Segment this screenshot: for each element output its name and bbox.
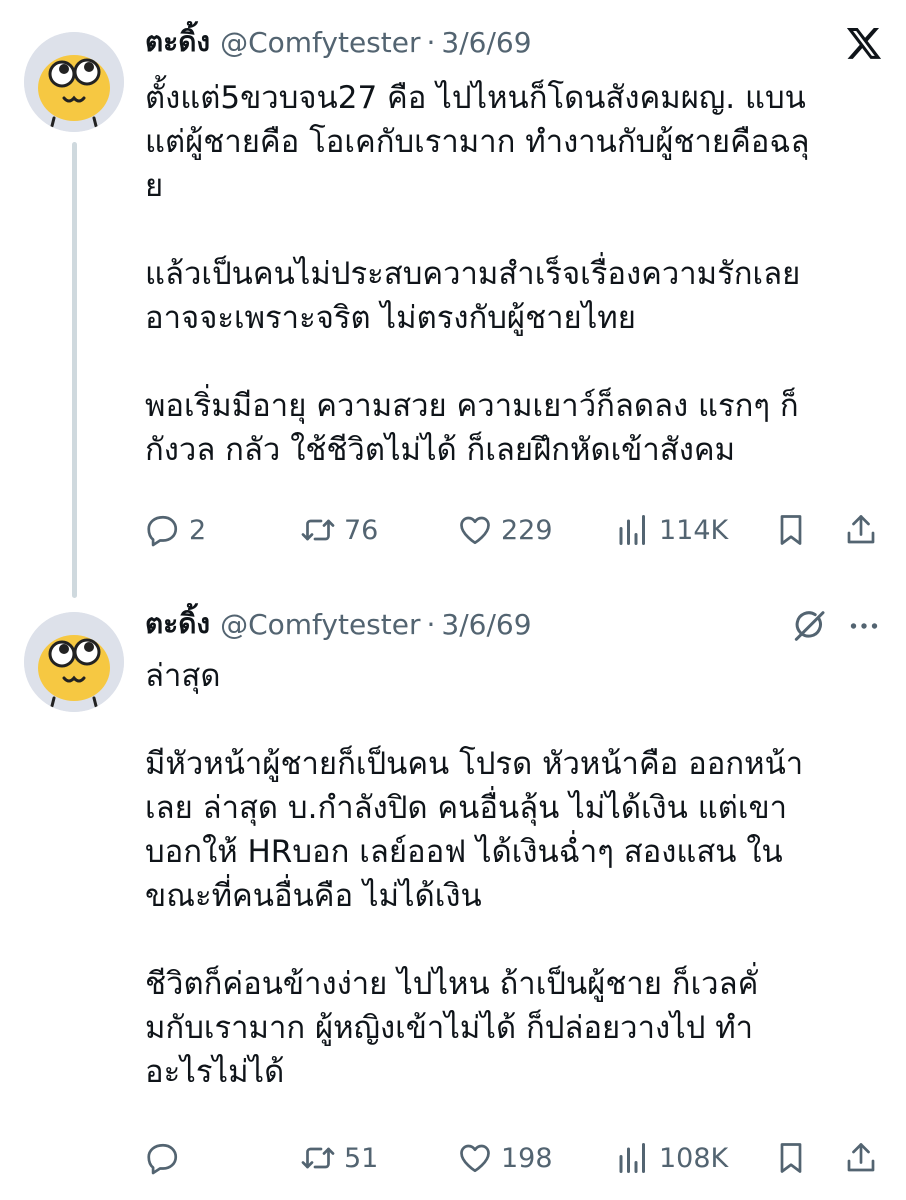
tweet-line: เลย ล่าสุด บ.กำลังปิด คนอื่นลุ้น ไม่ได้เ… [145, 790, 788, 826]
tweet-2[interactable]: ตะดิ้ง @Comfytester · 3/6/69 ล่าสุด มีหั… [0, 580, 906, 1200]
bookmark-button[interactable] [773, 1140, 817, 1176]
tweet-line: ย [145, 168, 164, 204]
views-bar-chart-icon [619, 515, 645, 545]
tweet-line: ล่าสุด [145, 658, 221, 694]
tweet-line: อาจจะเพราะจริต ไม่ตรงกับผู้ชายไทย [145, 300, 636, 336]
tweet-line: กังวล กลัว ใช้ชีวิตไม่ได้ ก็เลยฝึกหัดเข้… [145, 432, 735, 468]
heart-icon [460, 516, 490, 545]
repost-count: 76 [344, 514, 379, 546]
bookmark-button[interactable] [773, 512, 817, 548]
user-handle[interactable]: @Comfytester [220, 608, 420, 641]
user-handle[interactable]: @Comfytester [220, 26, 420, 59]
like-button[interactable]: 198 [457, 1140, 553, 1176]
tweet-header: ตะดิ้ง @Comfytester · 3/6/69 [145, 602, 532, 646]
tweet-header: ตะดิ้ง @Comfytester · 3/6/69 [145, 20, 532, 64]
display-name[interactable]: ตะดิ้ง [145, 20, 210, 64]
repost-button[interactable]: 76 [300, 512, 378, 548]
tweet-line: ตั้งแต่5ขวบจน27 คือ ไปไหนก็โดนสังคมผญ. แ… [145, 80, 806, 116]
views-button[interactable]: 108K [615, 1140, 728, 1176]
share-icon [847, 515, 875, 544]
x-logo-icon [845, 24, 883, 66]
view-count: 108K [659, 1142, 729, 1174]
views-bar-chart-icon [619, 1143, 645, 1173]
reply-count: 2 [189, 514, 207, 546]
tweet-text: ล่าสุด มีหัวหน้าผู้ชายก็เป็นคน โปรด หัวห… [145, 654, 880, 1094]
share-icon [847, 1143, 875, 1172]
avatar[interactable] [24, 32, 124, 132]
emoji-face-avatar-icon [24, 612, 124, 712]
repost-count: 51 [344, 1142, 379, 1174]
views-button[interactable]: 114K [615, 512, 728, 548]
like-count: 198 [501, 1142, 553, 1174]
reply-button[interactable] [145, 1140, 189, 1176]
repost-icon [301, 1147, 335, 1169]
tweet-line: บอกให้ HRบอก เลย์ออฟ ได้เงินฉ่ำๆ สองแสน … [145, 834, 783, 870]
view-count: 114K [659, 514, 729, 546]
reply-icon [147, 1143, 178, 1175]
tweet-line: พอเริ่มมีอายุ ความสวย ความเยาว์ก็ลดลง แร… [145, 388, 799, 424]
like-button[interactable]: 229 [457, 512, 553, 548]
bookmark-icon [780, 1143, 802, 1173]
like-count: 229 [501, 514, 553, 546]
grok-icon[interactable] [788, 606, 828, 650]
separator-dot: · [426, 607, 436, 641]
tweet-1[interactable]: ตะดิ้ง @Comfytester · 3/6/69 ตั้งแต่5ขวบ… [0, 0, 906, 580]
emoji-face-avatar-icon [24, 32, 124, 132]
tweet-line: แล้วเป็นคนไม่ประสบความสำเร็จเรื่องความรั… [145, 256, 801, 292]
tweet-actions: 51 198 108K [145, 1134, 885, 1182]
reply-icon [147, 515, 178, 547]
reply-button[interactable]: 2 [145, 512, 206, 548]
avatar[interactable] [24, 612, 124, 712]
tweet-actions: 2 76 229 114K [145, 506, 885, 554]
more-options-icon[interactable] [846, 608, 882, 648]
tweet-line: ชีวิตก็ค่อนข้างง่าย ไปไหน ถ้าเป็นผู้ชาย … [145, 966, 759, 1002]
bookmark-icon [780, 515, 802, 545]
share-button[interactable] [843, 1140, 887, 1176]
tweet-text: ตั้งแต่5ขวบจน27 คือ ไปไหนก็โดนสังคมผญ. แ… [145, 76, 880, 472]
tweet-line: แต่ผู้ชายคือ โอเคกับเรามาก ทำงานกับผู้ชา… [145, 124, 810, 160]
tweet-date[interactable]: 3/6/69 [441, 26, 531, 59]
separator-dot: · [426, 25, 436, 59]
repost-icon [301, 519, 335, 541]
tweet-line: มกับเรามาก ผู้หญิงเข้าไม่ได้ ก็ปล่อยวางไ… [145, 1010, 754, 1046]
display-name[interactable]: ตะดิ้ง [145, 602, 210, 646]
tweet-line: อะไรไม่ได้ [145, 1054, 285, 1090]
tweet-line: ขณะที่คนอื่นคือ ไม่ได้เงิน [145, 878, 482, 914]
heart-icon [460, 1144, 490, 1173]
tweet-date[interactable]: 3/6/69 [441, 608, 531, 641]
share-button[interactable] [843, 512, 887, 548]
repost-button[interactable]: 51 [300, 1140, 378, 1176]
tweet-line: มีหัวหน้าผู้ชายก็เป็นคน โปรด หัวหน้าคือ … [145, 746, 804, 782]
